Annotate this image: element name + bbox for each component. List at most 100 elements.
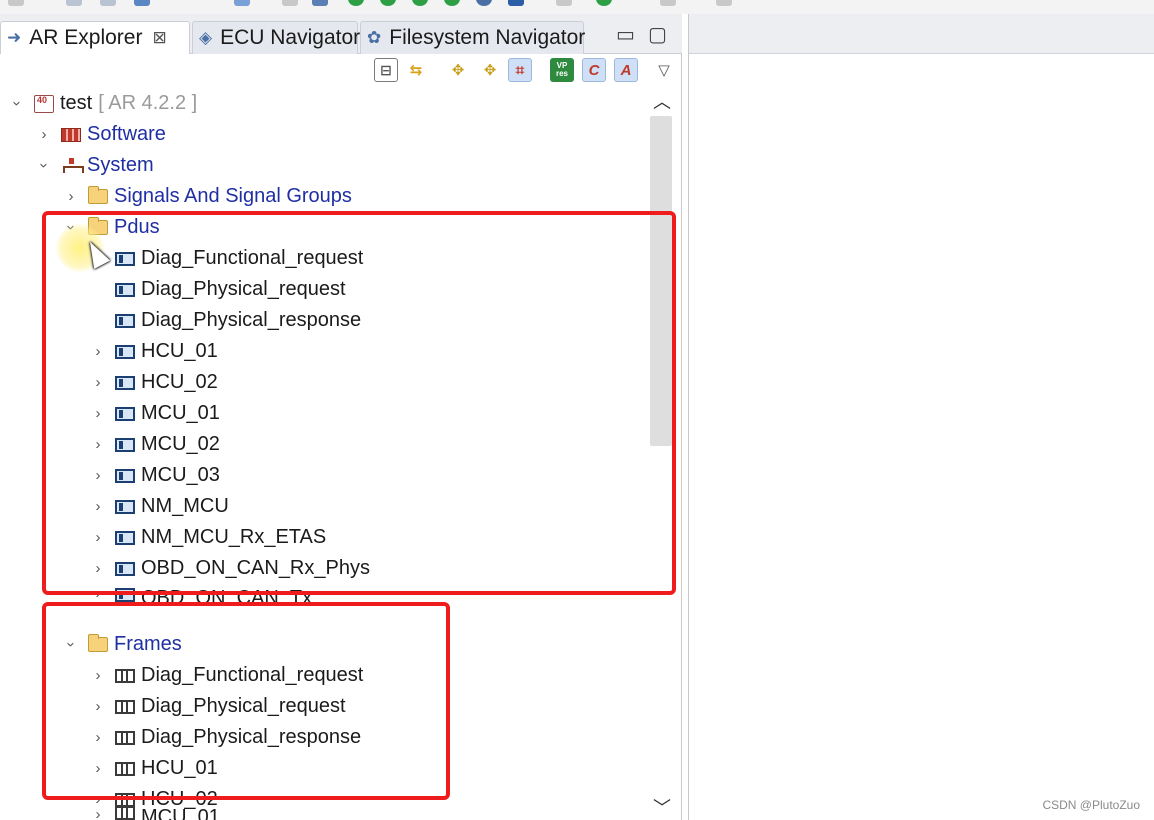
ar-tree: › test [ AR 4.2.2 ] › Software › System … [0, 88, 648, 820]
chevron-right-icon[interactable]: › [91, 529, 105, 546]
view-menu-icon[interactable]: ▽ [652, 58, 676, 82]
tree-node-pdu[interactable]: › MCU_01 [91, 398, 220, 429]
collapse-all-icon[interactable]: ⊟ [374, 58, 398, 82]
tree-node-label: Pdus [114, 216, 160, 238]
pdu-icon [115, 499, 135, 514]
tree-node-pdu[interactable]: › NM_MCU_Rx_ETAS [91, 522, 327, 553]
pdu-icon [115, 251, 135, 266]
toolbar-icon[interactable] [134, 0, 150, 6]
chevron-right-icon[interactable]: › [91, 467, 105, 484]
toolbar-icon[interactable] [234, 0, 250, 6]
run-icon[interactable] [476, 0, 492, 6]
chevron-down-icon[interactable]: › [9, 97, 26, 111]
tree-node-label: OBD_ON_CAN_Rx_Phys [141, 557, 370, 579]
toolbar-icon[interactable] [716, 0, 732, 6]
filter-icon[interactable]: ✥ [446, 58, 470, 82]
chevron-right-icon[interactable]: › [91, 806, 105, 820]
tree-node-frame[interactable]: › Diag_Physical_request [91, 691, 346, 722]
grid-icon[interactable]: ⌗ [508, 58, 532, 82]
chevron-right-icon[interactable]: › [91, 760, 105, 777]
pdu-icon [115, 468, 135, 483]
tree-node-label: Diag_Physical_response [141, 309, 362, 331]
toolbar-icon[interactable] [100, 0, 116, 6]
autosar-project-icon [34, 94, 54, 113]
tree-node-signals[interactable]: › Signals And Signal Groups [64, 181, 352, 212]
scrollbar-thumb[interactable] [650, 116, 672, 446]
tree-node-pdu[interactable]: › MCU_02 [91, 429, 220, 460]
chevron-right-icon[interactable]: › [91, 343, 105, 360]
tree-node-label: OBD_ON_CAN_Tx [141, 587, 313, 602]
toolbar-icon[interactable] [312, 0, 328, 6]
toolbar-icon[interactable] [282, 0, 298, 6]
chevron-right-icon[interactable]: › [64, 188, 78, 205]
software-package-icon [61, 127, 81, 142]
chevron-right-icon[interactable]: › [91, 436, 105, 453]
chevron-right-icon[interactable]: › [91, 729, 105, 746]
tree-node-pdu[interactable]: › HCU_01 [91, 336, 218, 367]
run-icon[interactable] [412, 0, 428, 6]
tab-ar-explorer[interactable]: ➜ AR Explorer ⊠ [0, 21, 190, 54]
chevron-right-icon[interactable]: › [91, 585, 105, 602]
toolbar-icon[interactable] [8, 0, 24, 6]
run-icon[interactable] [348, 0, 364, 6]
tree-node-pdu[interactable]: › Diag_Physical_response [91, 305, 361, 336]
chevron-right-icon[interactable]: › [91, 374, 105, 391]
tree-node-pdu[interactable]: › Diag_Physical_request [91, 274, 346, 305]
toolbar-icon[interactable] [556, 0, 572, 6]
tree-node-label: test [60, 92, 93, 114]
tree-node-pdu[interactable]: › Diag_Functional_request [91, 243, 363, 274]
chevron-right-icon[interactable]: › [91, 498, 105, 515]
tree-node-frame[interactable]: › MCU_01 [91, 806, 220, 820]
tree-node-pdu[interactable]: › MCU_03 [91, 460, 220, 491]
tree-node-label: Diag_Physical_request [141, 278, 346, 300]
close-icon[interactable]: ⊠ [152, 28, 166, 48]
tree-scrollbar[interactable]: ︿ ﹀ [648, 88, 676, 820]
tree-node-label: MCU_03 [141, 464, 220, 486]
tree-node-frame[interactable]: › Diag_Physical_response [91, 722, 362, 753]
tree-node-root[interactable]: › test [ AR 4.2.2 ] [9, 88, 198, 119]
chevron-right-icon[interactable]: › [91, 698, 105, 715]
scroll-down-icon[interactable]: ﹀ [653, 794, 671, 820]
ar-version-label: [ AR 4.2.2 ] [98, 92, 198, 114]
tree-node-pdu[interactable]: › HCU_02 [91, 367, 218, 398]
run-icon[interactable] [596, 0, 612, 6]
chevron-down-icon[interactable]: › [63, 638, 80, 652]
frame-icon [115, 761, 135, 776]
chevron-right-icon[interactable]: › [37, 126, 51, 143]
toolbar-icon[interactable] [660, 0, 676, 6]
tree-node-label: Diag_Functional_request [141, 664, 364, 686]
ar-explorer-icon: ➜ [7, 28, 22, 47]
tab-ecu-navigator[interactable]: ◈ ECU Navigator [192, 21, 360, 54]
link-with-editor-icon[interactable]: ⇆ [404, 58, 428, 82]
chevron-right-icon[interactable]: › [91, 405, 105, 422]
folder-icon [88, 186, 108, 204]
tree-node-frames[interactable]: › Frames [63, 629, 182, 660]
tree-node-pdu[interactable]: › NM_MCU [91, 491, 229, 522]
a-icon[interactable]: A [614, 58, 638, 82]
toolbar-icon[interactable] [508, 0, 524, 6]
tree-node-system[interactable]: › System [36, 150, 154, 181]
chevron-right-icon[interactable]: › [91, 667, 105, 684]
toolbar-icon[interactable] [66, 0, 82, 6]
tree-node-frame[interactable]: › Diag_Functional_request [91, 660, 364, 691]
filter-icon[interactable]: ✥ [478, 58, 502, 82]
tab-filesystem-navigator[interactable]: ✿ Filesystem Navigator [360, 21, 585, 54]
vp-res-icon[interactable]: VP res [550, 58, 574, 82]
chevron-down-icon[interactable]: › [36, 159, 53, 173]
run-icon[interactable] [380, 0, 396, 6]
pdu-icon [115, 344, 135, 359]
tree-node-pdu[interactable]: › OBD_ON_CAN_Tx [91, 584, 312, 602]
tree-node-frame[interactable]: › HCU_01 [91, 753, 218, 784]
tree-node-label: System [87, 154, 154, 176]
pdu-icon [115, 588, 135, 602]
tree-node-pdu[interactable]: › OBD_ON_CAN_Rx_Phys [91, 553, 370, 584]
minimize-icon[interactable]: ▭ [616, 22, 635, 47]
tree-node-label: Frames [114, 633, 182, 655]
scroll-up-icon[interactable]: ︿ [653, 88, 671, 114]
tree-node-software[interactable]: › Software [37, 119, 166, 150]
chevron-right-icon[interactable]: › [91, 560, 105, 577]
run-icon[interactable] [444, 0, 460, 6]
maximize-icon[interactable]: ▢ [648, 22, 667, 47]
tree-node-label: NM_MCU_Rx_ETAS [141, 526, 327, 548]
c-icon[interactable]: C [582, 58, 606, 82]
